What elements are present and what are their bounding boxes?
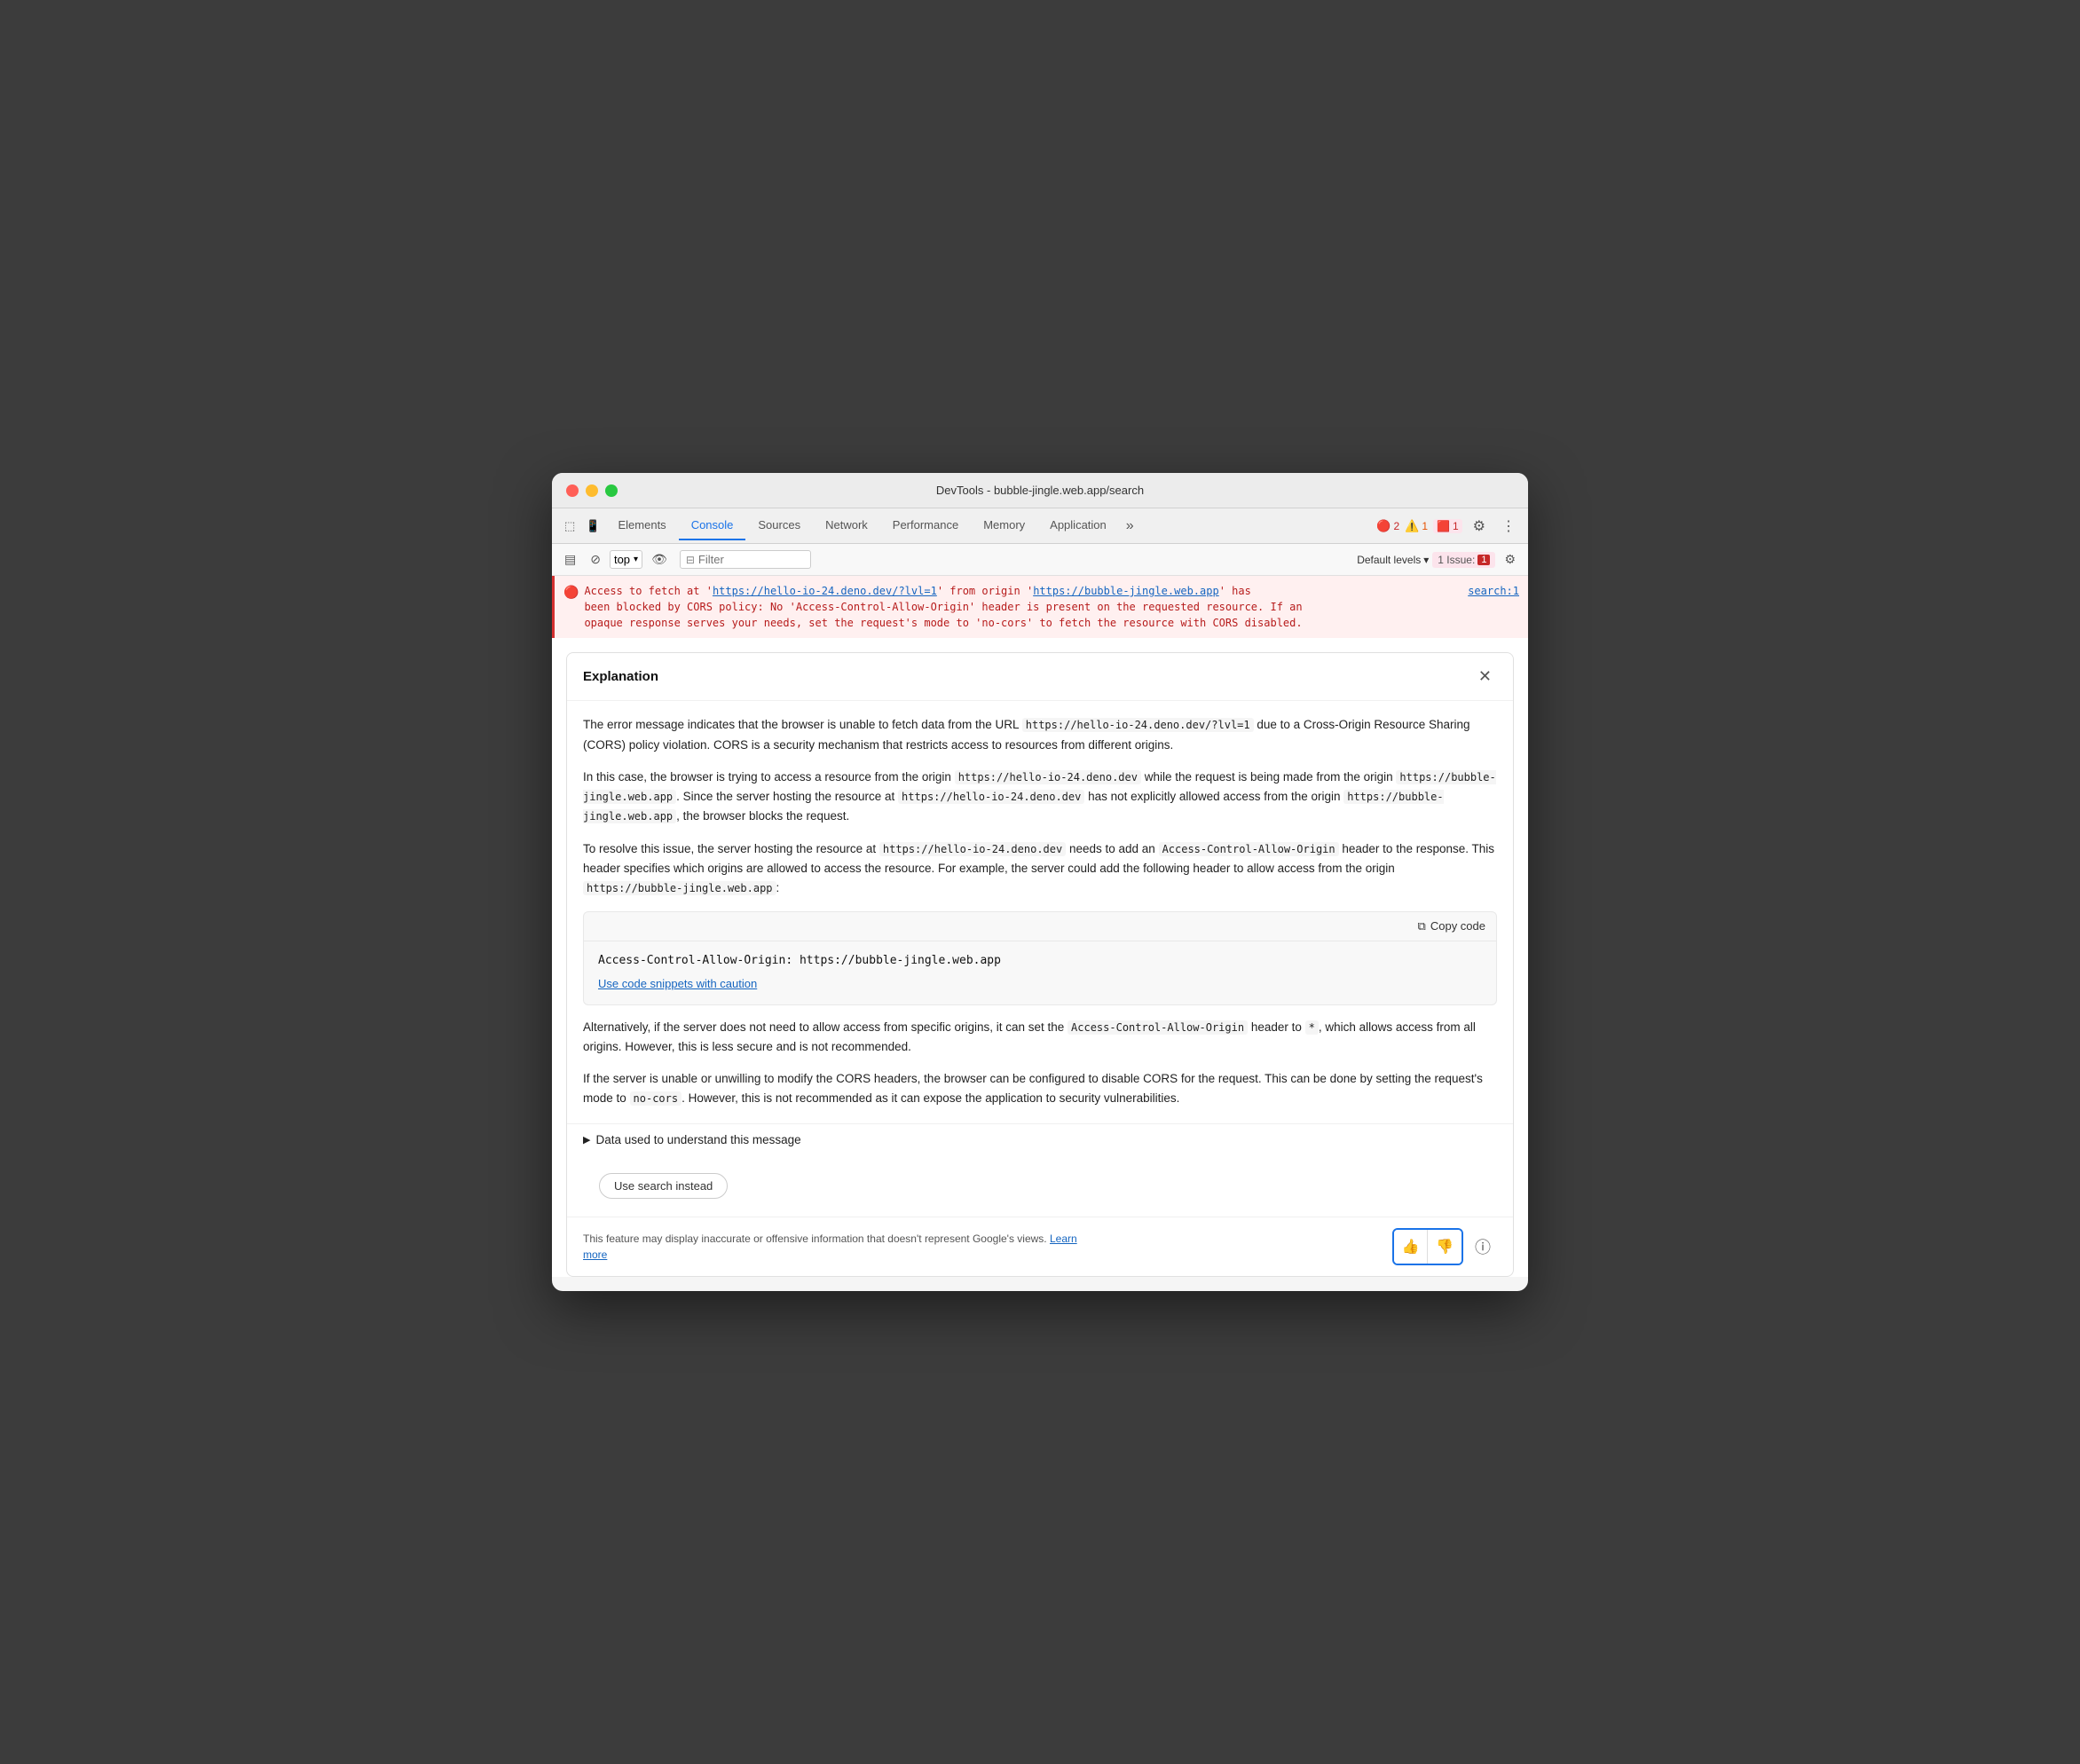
explanation-body: The error message indicates that the bro… <box>567 701 1513 1122</box>
use-search-button[interactable]: Use search instead <box>599 1173 728 1199</box>
error-url1-link[interactable]: https://hello-io-24.deno.dev/?lvl=1 <box>713 585 937 597</box>
context-selector: top ▾ <box>610 550 642 569</box>
inspect-icon[interactable]: ⬚ <box>559 516 580 537</box>
info-badge[interactable]: 🟥 1 <box>1433 519 1462 533</box>
more-tabs-icon[interactable]: » <box>1119 515 1141 538</box>
feedback-disclaimer: This feature may display inaccurate or o… <box>583 1231 1086 1263</box>
explanation-title: Explanation <box>583 669 658 684</box>
code-snippet: Access-Control-Allow-Origin: https://bub… <box>598 954 1482 967</box>
explanation-para1: The error message indicates that the bro… <box>583 715 1497 755</box>
settings-icon[interactable]: ⚙ <box>1468 514 1491 539</box>
tab-application[interactable]: Application <box>1037 511 1119 540</box>
window-controls <box>566 484 618 497</box>
data-section: ▶ Data used to understand this message <box>567 1123 1513 1159</box>
tab-memory[interactable]: Memory <box>971 511 1037 540</box>
feedback-bar: This feature may display inaccurate or o… <box>567 1217 1513 1276</box>
eye-icon[interactable]: 👁 <box>646 549 673 570</box>
tab-console[interactable]: Console <box>679 511 746 540</box>
clear-console-icon[interactable]: ⊘ <box>585 549 606 570</box>
default-levels-selector[interactable]: Default levels ▾ <box>1357 554 1429 566</box>
filter-input[interactable] <box>698 553 805 566</box>
error-source[interactable]: search:1 <box>1468 583 1519 599</box>
titlebar: DevTools - bubble-jingle.web.app/search <box>552 473 1528 508</box>
triangle-right-icon: ▶ <box>583 1134 590 1146</box>
console-settings-icon[interactable]: ⚙ <box>1499 549 1521 570</box>
window-title: DevTools - bubble-jingle.web.app/search <box>936 484 1144 497</box>
issue-count: 1 <box>1477 555 1490 565</box>
devtools-tabbar: ⬚ 📱 Elements Console Sources Network Per… <box>552 508 1528 544</box>
tab-right-area: 🔴 2 ⚠️ 1 🟥 1 ⚙ ⋮ <box>1376 514 1521 539</box>
levels-chevron-icon: ▾ <box>1423 554 1429 566</box>
devtools-window: DevTools - bubble-jingle.web.app/search … <box>552 473 1528 1290</box>
maximize-button[interactable] <box>605 484 618 497</box>
console-content: 🔴 Access to fetch at 'https://hello-io-2… <box>552 576 1528 1276</box>
more-options-icon[interactable]: ⋮ <box>1496 514 1521 539</box>
error-text: Access to fetch at 'https://hello-io-24.… <box>584 583 1452 631</box>
code-block-header: ⧉ Copy code <box>584 912 1496 941</box>
close-explanation-button[interactable]: ✕ <box>1473 665 1497 688</box>
chevron-down-icon: ▾ <box>634 555 638 564</box>
context-label: top <box>614 553 630 566</box>
error-badge[interactable]: 🔴 2 <box>1376 519 1399 533</box>
warn-badge[interactable]: ⚠️ 1 <box>1405 519 1428 533</box>
explanation-para3: To resolve this issue, the server hostin… <box>583 839 1497 899</box>
code-block: ⧉ Copy code Access-Control-Allow-Origin:… <box>583 911 1497 1005</box>
data-toggle-button[interactable]: ▶ Data used to understand this message <box>583 1133 801 1146</box>
copy-code-button[interactable]: ⧉ Copy code <box>1418 919 1485 933</box>
tab-performance[interactable]: Performance <box>880 511 971 540</box>
error-row: 🔴 Access to fetch at 'https://hello-io-2… <box>552 576 1528 638</box>
info-square-icon: 🟥 <box>1437 520 1450 532</box>
error-circle-icon: 🔴 <box>1376 519 1391 533</box>
filter-icon: ⊟ <box>686 554 695 566</box>
code-block-body: Access-Control-Allow-Origin: https://bub… <box>584 941 1496 1004</box>
issue-badge[interactable]: 1 Issue: 1 <box>1432 552 1495 568</box>
thumbs-down-button[interactable]: 👎 <box>1428 1230 1462 1264</box>
minimize-button[interactable] <box>586 484 598 497</box>
caution-link[interactable]: Use code snippets with caution <box>598 977 757 990</box>
error-url2-link[interactable]: https://bubble-jingle.web.app <box>1033 585 1219 597</box>
device-icon[interactable]: 📱 <box>580 516 605 537</box>
thumbs-group: 👍 👎 <box>1392 1228 1463 1265</box>
explanation-para5: If the server is unable or unwilling to … <box>583 1069 1497 1109</box>
explanation-header: Explanation ✕ <box>567 653 1513 701</box>
info-icon-button[interactable]: ⓘ <box>1469 1232 1497 1261</box>
console-toolbar: ▤ ⊘ top ▾ 👁 ⊟ Default levels ▾ 1 Issue: … <box>552 544 1528 576</box>
feedback-buttons: 👍 👎 ⓘ <box>1392 1228 1497 1265</box>
close-button[interactable] <box>566 484 579 497</box>
thumbs-up-button[interactable]: 👍 <box>1394 1230 1428 1264</box>
filter-area: ⊟ <box>680 550 811 569</box>
explanation-panel: Explanation ✕ The error message indicate… <box>566 652 1514 1276</box>
use-search-area: Use search instead <box>567 1159 1513 1217</box>
tab-list: Elements Console Sources Network Perform… <box>605 511 1376 540</box>
sidebar-toggle-icon[interactable]: ▤ <box>559 549 581 570</box>
tab-network[interactable]: Network <box>813 511 880 540</box>
copy-icon: ⧉ <box>1418 919 1426 933</box>
tab-sources[interactable]: Sources <box>745 511 813 540</box>
explanation-para4: Alternatively, if the server does not ne… <box>583 1018 1497 1058</box>
error-icon: 🔴 <box>563 584 579 602</box>
warn-triangle-icon: ⚠️ <box>1405 519 1419 533</box>
tab-elements[interactable]: Elements <box>605 511 678 540</box>
explanation-para2: In this case, the browser is trying to a… <box>583 768 1497 827</box>
